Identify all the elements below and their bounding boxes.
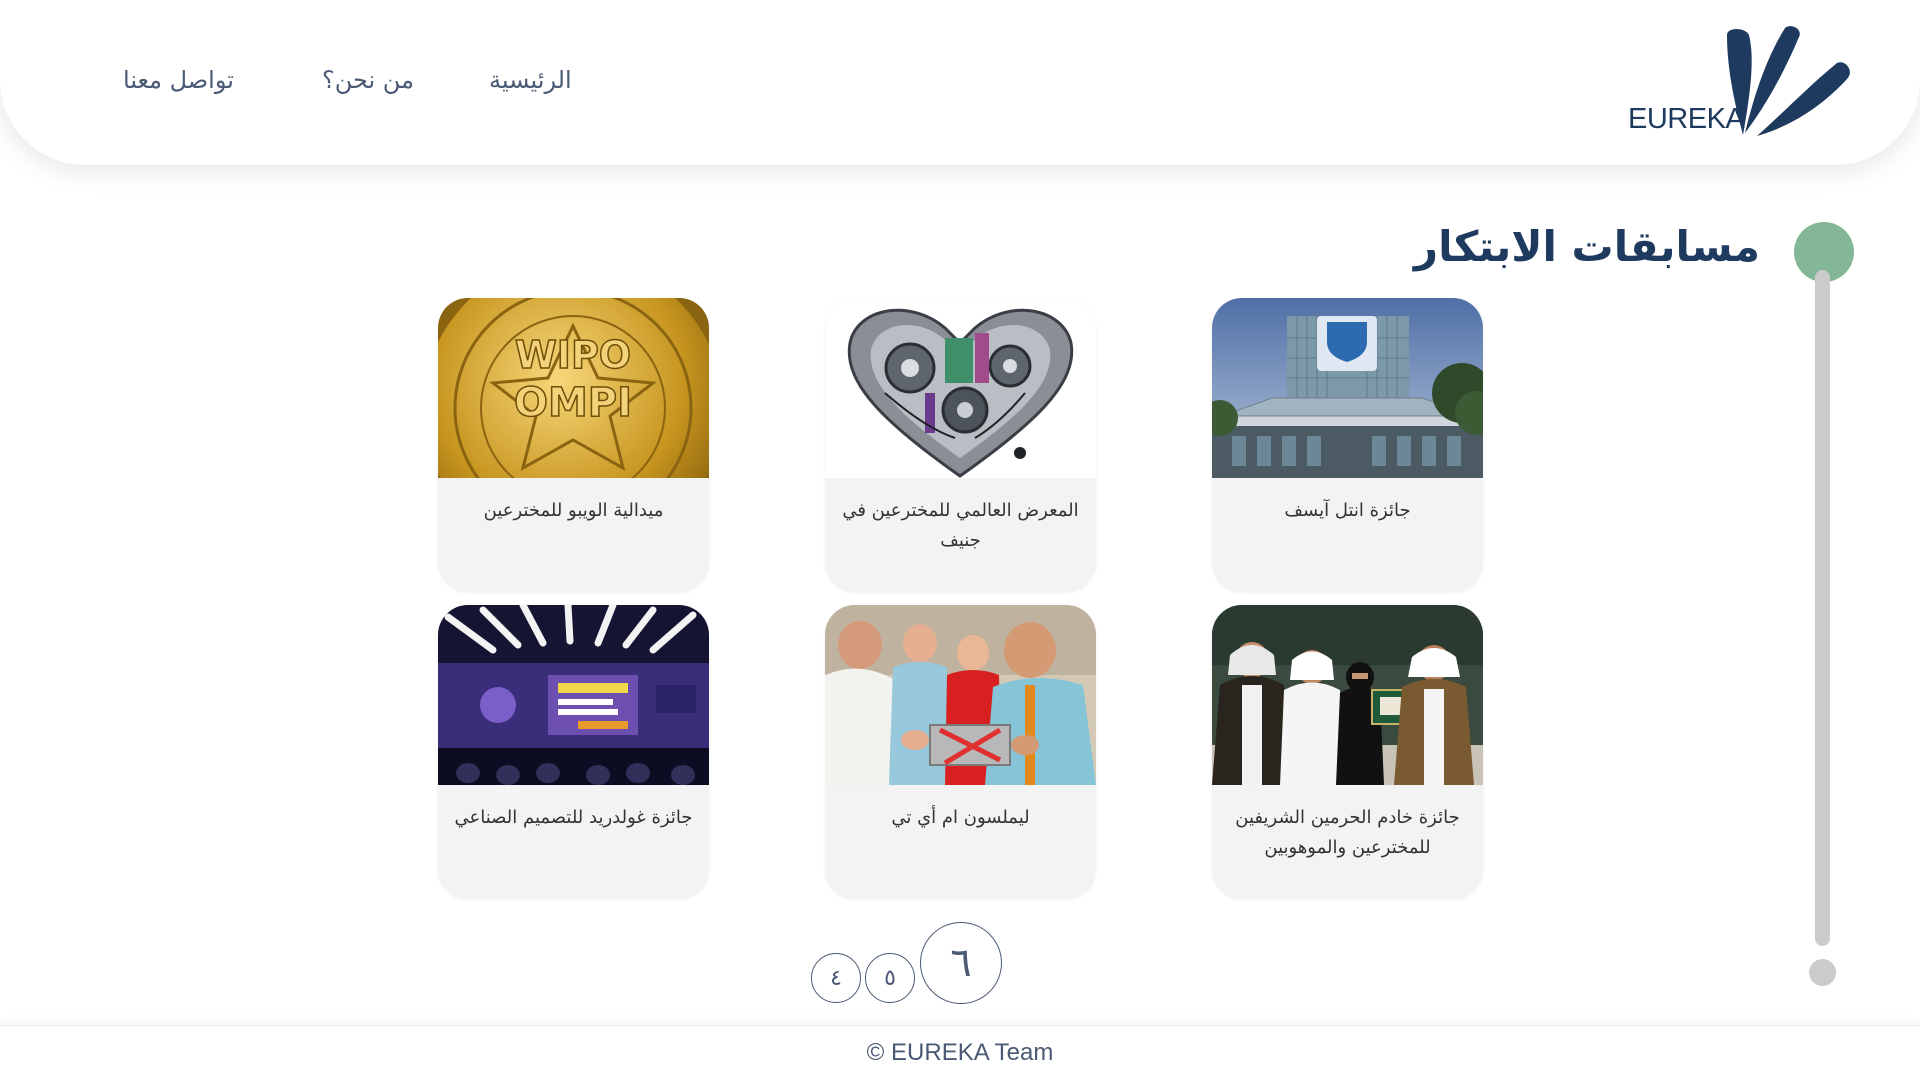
design-event-stage-image — [438, 605, 709, 785]
pagination-page-4[interactable]: ٤ — [811, 953, 861, 1003]
isef-building-image — [1212, 298, 1483, 478]
card-title: المعرض العالمي للمخترعين في جنيف — [842, 500, 1079, 551]
competition-card-isef[interactable]: جائزة انتل آيسف — [1212, 298, 1483, 592]
pagination-page-5[interactable]: ٥ — [865, 953, 915, 1003]
card-title: ليملسون ام أي تي — [891, 807, 1030, 828]
nav-link-contact[interactable]: تواصل معنا — [123, 66, 234, 94]
students-workshop-image — [825, 605, 1096, 785]
competition-card-king-award[interactable]: جائزة خادم الحرمين الشريفين للمخترعين وا… — [1212, 605, 1483, 899]
card-title: جائزة خادم الحرمين الشريفين للمخترعين وا… — [1235, 807, 1460, 858]
nav-link-about[interactable]: من نحن؟ — [322, 66, 414, 94]
svg-text:OMPI: OMPI — [514, 380, 632, 426]
competition-card-golden-reed[interactable]: جائزة غولدريد للتصميم الصناعي — [438, 605, 709, 899]
top-navbar: EUREKA الرئيسية من نحن؟ تواصل معنا — [0, 0, 1920, 165]
card-title: جائزة انتل آيسف — [1284, 500, 1411, 521]
wipo-gold-medal-image: WIPO OMPI — [438, 298, 709, 478]
logo-petals-icon — [1727, 26, 1850, 136]
footer-copyright: © EUREKA Team — [866, 1039, 1054, 1066]
timeline-bottom-dot — [1809, 959, 1836, 986]
award-ceremony-image — [1212, 605, 1483, 785]
eureka-logo[interactable]: EUREKA — [1625, 25, 1855, 140]
pagination-page-6-current[interactable]: ٦ — [920, 922, 1002, 1004]
nav-link-home[interactable]: الرئيسية — [489, 66, 572, 94]
page-title: مسابقات الابتكار — [1413, 222, 1760, 271]
competition-card-wipo[interactable]: WIPO OMPI ميدالية الويبو للمخترعين — [438, 298, 709, 592]
competition-card-lemelson[interactable]: ليملسون ام أي تي — [825, 605, 1096, 899]
svg-text:WIPO: WIPO — [515, 333, 631, 377]
footer: © EUREKA Team — [0, 1025, 1920, 1080]
competition-card-geneva[interactable]: المعرض العالمي للمخترعين في جنيف — [825, 298, 1096, 592]
mechanical-heart-image — [825, 298, 1096, 478]
card-title: ميدالية الويبو للمخترعين — [483, 500, 664, 521]
timeline-line — [1815, 270, 1830, 946]
card-title: جائزة غولدريد للتصميم الصناعي — [454, 807, 693, 828]
